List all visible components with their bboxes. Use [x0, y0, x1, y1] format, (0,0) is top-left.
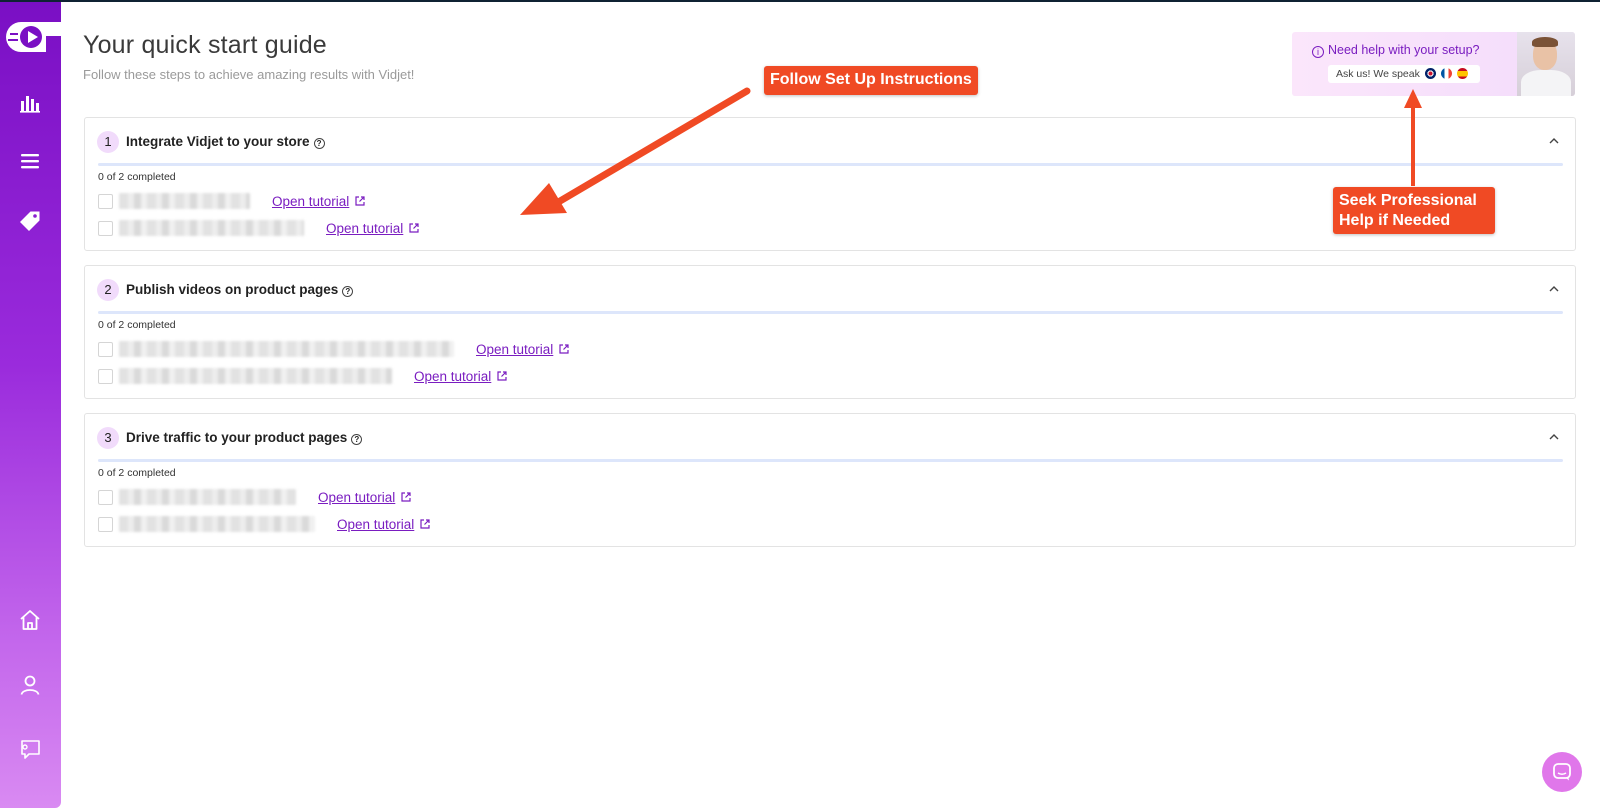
vidjet-logo-icon[interactable]: [6, 22, 66, 52]
user-icon[interactable]: [18, 673, 42, 697]
task-row: Open tutorial: [98, 514, 431, 534]
task-row: Open tutorial: [98, 366, 508, 386]
section-title[interactable]: Integrate Vidjet to your store?: [126, 134, 325, 149]
link-text: Open tutorial: [318, 489, 396, 505]
redacted-task-label: [119, 368, 392, 384]
feedback-icon[interactable]: [18, 737, 42, 761]
chevron-up-icon[interactable]: [1547, 430, 1561, 444]
contact-pill[interactable]: Ask us! We speak: [1328, 65, 1480, 83]
top-edge: [0, 0, 1600, 2]
section-title-text: Drive traffic to your product pages: [126, 430, 348, 445]
progress-bar: [98, 163, 1563, 166]
open-tutorial-link[interactable]: Open tutorial: [272, 194, 366, 209]
page-subtitle: Follow these steps to achieve amazing re…: [83, 67, 415, 82]
help-circle-icon[interactable]: ?: [342, 286, 354, 297]
completed-count: 0 of 2 completed: [98, 171, 176, 183]
progress-bar: [98, 311, 1563, 314]
open-tutorial-link[interactable]: Open tutorial: [476, 342, 570, 357]
redacted-task-label: [119, 193, 250, 209]
tag-icon[interactable]: [18, 209, 42, 233]
redacted-task-label: [119, 489, 296, 505]
redacted-task-label: [119, 220, 304, 236]
task-row: Open tutorial: [98, 218, 420, 238]
open-tutorial-link[interactable]: Open tutorial: [337, 517, 431, 532]
completed-count: 0 of 2 completed: [98, 467, 176, 479]
redacted-task-label: [119, 516, 315, 532]
section-drive-traffic: 3 Drive traffic to your product pages? 0…: [84, 413, 1576, 547]
section-title-text: Publish videos on product pages: [126, 282, 339, 297]
link-text: Open tutorial: [414, 368, 492, 384]
external-link-icon: [409, 223, 419, 233]
task-checkbox[interactable]: [98, 220, 113, 236]
task-checkbox[interactable]: [98, 341, 113, 357]
completed-count: 0 of 2 completed: [98, 319, 176, 331]
info-icon: i: [1312, 46, 1324, 58]
chat-launcher[interactable]: [1542, 752, 1582, 792]
external-link-icon: [420, 519, 430, 529]
annotation-seek-help: Seek Professional Help if Needed: [1333, 187, 1495, 235]
home-icon[interactable]: [18, 608, 42, 632]
redacted-task-label: [119, 341, 454, 357]
section-title[interactable]: Drive traffic to your product pages?: [126, 430, 363, 445]
chevron-up-icon[interactable]: [1547, 134, 1561, 148]
sidebar: [0, 2, 66, 808]
open-tutorial-link[interactable]: Open tutorial: [318, 490, 412, 505]
link-text: Open tutorial: [476, 341, 554, 357]
external-link-icon: [497, 371, 507, 381]
task-checkbox[interactable]: [98, 516, 113, 532]
open-tutorial-link[interactable]: Open tutorial: [414, 369, 508, 384]
progress-bar: [98, 459, 1563, 462]
external-link-icon: [559, 344, 569, 354]
contact-pill-text: Ask us! We speak: [1336, 68, 1420, 80]
annotation-follow-instructions: Follow Set Up Instructions: [764, 66, 978, 95]
analytics-icon[interactable]: [18, 91, 42, 115]
section-title-text: Integrate Vidjet to your store: [126, 134, 310, 149]
section-publish: 2 Publish videos on product pages? 0 of …: [84, 265, 1576, 399]
step-number: 2: [97, 279, 119, 301]
task-row: Open tutorial: [98, 339, 570, 359]
help-card[interactable]: i Need help with your setup? Ask us! We s…: [1292, 32, 1575, 96]
open-tutorial-link[interactable]: Open tutorial: [326, 221, 420, 236]
menu-icon[interactable]: [18, 149, 42, 173]
task-row: Open tutorial: [98, 191, 366, 211]
external-link-icon: [401, 492, 411, 502]
support-avatar: [1517, 32, 1575, 96]
help-question-text: Need help with your setup?: [1328, 43, 1480, 57]
link-text: Open tutorial: [272, 193, 350, 209]
es-flag-icon: [1456, 68, 1468, 79]
step-number: 1: [97, 131, 119, 153]
external-link-icon: [355, 196, 365, 206]
task-checkbox[interactable]: [98, 193, 113, 209]
task-row: Open tutorial: [98, 487, 412, 507]
task-checkbox[interactable]: [98, 368, 113, 384]
uk-flag-icon: [1424, 68, 1436, 79]
page-title: Your quick start guide: [83, 31, 327, 59]
help-circle-icon[interactable]: ?: [313, 138, 325, 149]
link-text: Open tutorial: [326, 220, 404, 236]
link-text: Open tutorial: [337, 516, 415, 532]
help-circle-icon[interactable]: ?: [351, 434, 363, 445]
fr-flag-icon: [1440, 68, 1452, 79]
step-number: 3: [97, 427, 119, 449]
help-question: i Need help with your setup?: [1312, 43, 1479, 58]
task-checkbox[interactable]: [98, 489, 113, 505]
chevron-up-icon[interactable]: [1547, 282, 1561, 296]
section-title[interactable]: Publish videos on product pages?: [126, 282, 354, 297]
chat-icon: [1553, 763, 1571, 781]
